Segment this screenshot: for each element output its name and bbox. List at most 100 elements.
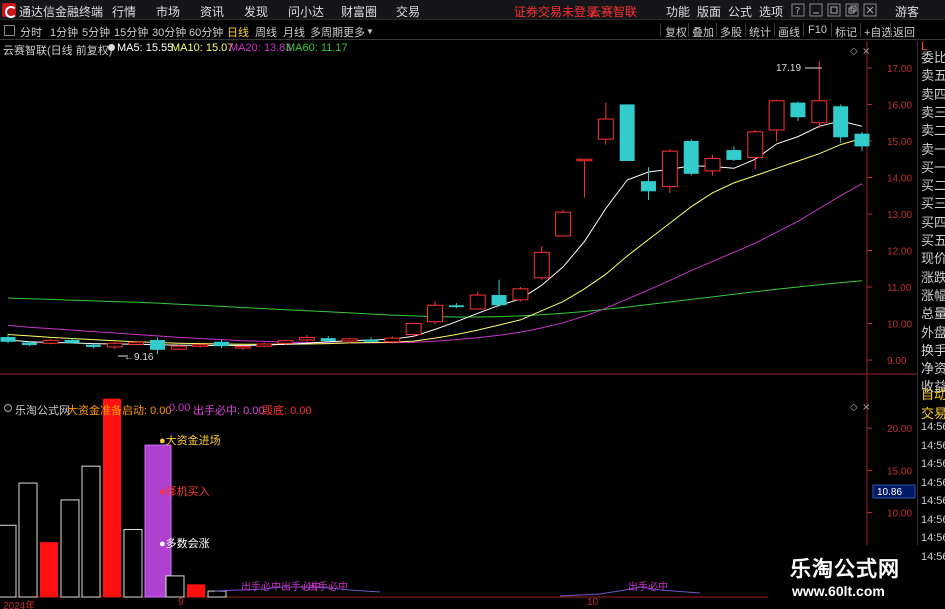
menu-wenxiaoda[interactable]: 问小达 [288,3,324,20]
dot-icon: ● [159,538,166,550]
toolbar-divider [890,23,891,37]
quote-sidebar: L 委比 卖五 卖四 卖三 卖二 卖一 买一 买二 买三 买四 买五 现价 涨跌 涨幅 总量 外盘 换手 净资 收益… [917,39,945,609]
settings-icon[interactable] [4,404,12,412]
tool-fuquan[interactable]: 复权 [665,24,687,40]
candle-up [768,100,785,131]
candle-up [106,342,123,348]
price-tick-label: 11.00 [887,283,912,294]
price-tag: 10.86 [872,484,916,499]
ma20-value: MA20: 13.83 [229,42,292,54]
low-marker: ←9.16 [118,352,154,363]
tool-tongji[interactable]: 统计 [749,24,771,40]
app-logo-icon [2,3,17,18]
quote-field-label: 卖五 [921,68,945,84]
guest-label[interactable]: 游客 [895,3,919,20]
quote-field-label: 涨幅 [921,287,945,303]
tool-f10[interactable]: F10 [808,24,827,36]
menu-xuanxiang[interactable]: 选项 [759,3,783,20]
low-label: ←9.16 [124,352,154,363]
period-30min[interactable]: 30分钟 [152,24,186,40]
trade-time: 14:56 [921,495,945,507]
main-chart-header: 云赛智联(日线 前复权) MA5: 15.55 MA10: 15.07 MA20… [0,41,915,57]
menu-shichang[interactable]: 市场 [156,3,180,20]
menu-gongshi[interactable]: 公式 [728,3,752,20]
help-icon[interactable]: ? [791,3,805,17]
menu-gongneng[interactable]: 功能 [666,3,690,20]
tool-diejia[interactable]: 叠加 [692,24,714,40]
restore-icon[interactable] [845,3,859,17]
indicator-f2: 0.00 [169,402,191,414]
candle-up [661,150,678,188]
toolbar-divider [831,23,832,37]
menu-caifuquan[interactable]: 财富圈 [341,3,377,20]
maximize-icon[interactable] [827,3,841,17]
minimize-icon[interactable] [809,3,823,17]
period-weekly[interactable]: 周线 [255,24,277,40]
quote-field-label: 现价 [921,251,945,267]
period-fenshi[interactable]: 分时 [20,24,42,40]
quote-field-label: 卖三 [921,104,945,120]
period-60min[interactable]: 60分钟 [189,24,223,40]
quote-field-label: 买五 [921,233,945,248]
label-sure-hit-3: 出手必中 [628,582,668,593]
close-icon[interactable] [863,3,877,17]
candle-up [512,288,529,301]
date-label-year: 2024年 [3,601,36,609]
period-15min[interactable]: 15分钟 [114,24,148,40]
candle-down [363,339,379,342]
label-likely-rise: ●多数会涨 [159,538,210,550]
candle-down [214,341,229,347]
menu-jiaoyi[interactable]: 交易 [396,3,420,20]
period-toolbar: 分时 1分钟 5分钟 15分钟 30分钟 60分钟 日线 周线 月线 多周期 更… [0,21,945,40]
period-daily[interactable]: 日线 [227,24,249,40]
candlestick-chart[interactable]: 17.00 16.00 15.00 14.00 13.00 12.00 11.00 10.00… [0,41,917,609]
quote-field-label: 买四 [921,214,945,230]
candle-down [619,104,635,162]
app-title: 通达信金融终端 [19,5,104,19]
quote-field-label: 买三 [921,196,945,212]
period-1min[interactable]: 1分钟 [50,24,78,40]
toggle-panel-icon[interactable] [4,25,15,36]
candle-down [833,106,849,138]
period-5min[interactable]: 5分钟 [82,24,110,40]
indicator-f1: 大资金准备启动: 0.00 [67,405,172,417]
trade-time: 14:56 [921,439,945,452]
candle-up [427,304,443,323]
toolbar-divider [803,23,804,37]
period-multi[interactable]: 多周期 [310,24,343,40]
candle-up [42,339,59,344]
period-more[interactable]: 更多 [343,24,365,40]
more-dropdown-icon[interactable]: ▼ [366,27,374,36]
auto-trade-label[interactable]: 交易 [921,403,945,422]
tool-add-watchlist[interactable]: +自选 [864,24,892,40]
stock-name-notice: 云赛智联 [589,5,638,19]
toolbar-divider [688,23,689,37]
ma60-value: MA60: 11.17 [286,42,348,54]
date-label-sep: 9 [178,597,184,608]
menu-hangqing[interactable]: 行情 [112,3,136,20]
candle-up [555,211,572,237]
candle-up [170,345,187,350]
quote-field-label: 外盘 [921,324,945,340]
trade-time: 14:56 [921,550,945,563]
ma-dot-icon [108,44,115,51]
tool-biaoji[interactable]: 标记 [835,24,857,40]
sub-tick-label: 10.00 [887,509,912,520]
toolbar-divider [774,23,775,37]
quote-field-label: 委比 [921,50,945,65]
login-notice[interactable]: 证券交易未登录 [514,3,598,20]
quote-field-label: 总量 [921,306,945,322]
candle-up [192,344,209,347]
tool-huaxian[interactable]: 画线 [778,24,800,40]
menu-zixun[interactable]: 资讯 [200,3,224,20]
auto-trade-label[interactable]: 自动 [921,384,945,403]
menu-banmian[interactable]: 版面 [697,3,721,20]
quote-field-label: 买一 [921,159,945,175]
indicator-f3: 出手必中: 0.00 [193,405,265,417]
period-monthly[interactable]: 月线 [283,24,305,40]
tool-duogu[interactable]: 多股 [720,24,742,40]
tool-back[interactable]: 返回 [893,24,915,40]
menu-faxian[interactable]: 发现 [244,3,268,20]
candle-up [298,336,315,341]
indicator-bar-hollow [123,528,143,598]
